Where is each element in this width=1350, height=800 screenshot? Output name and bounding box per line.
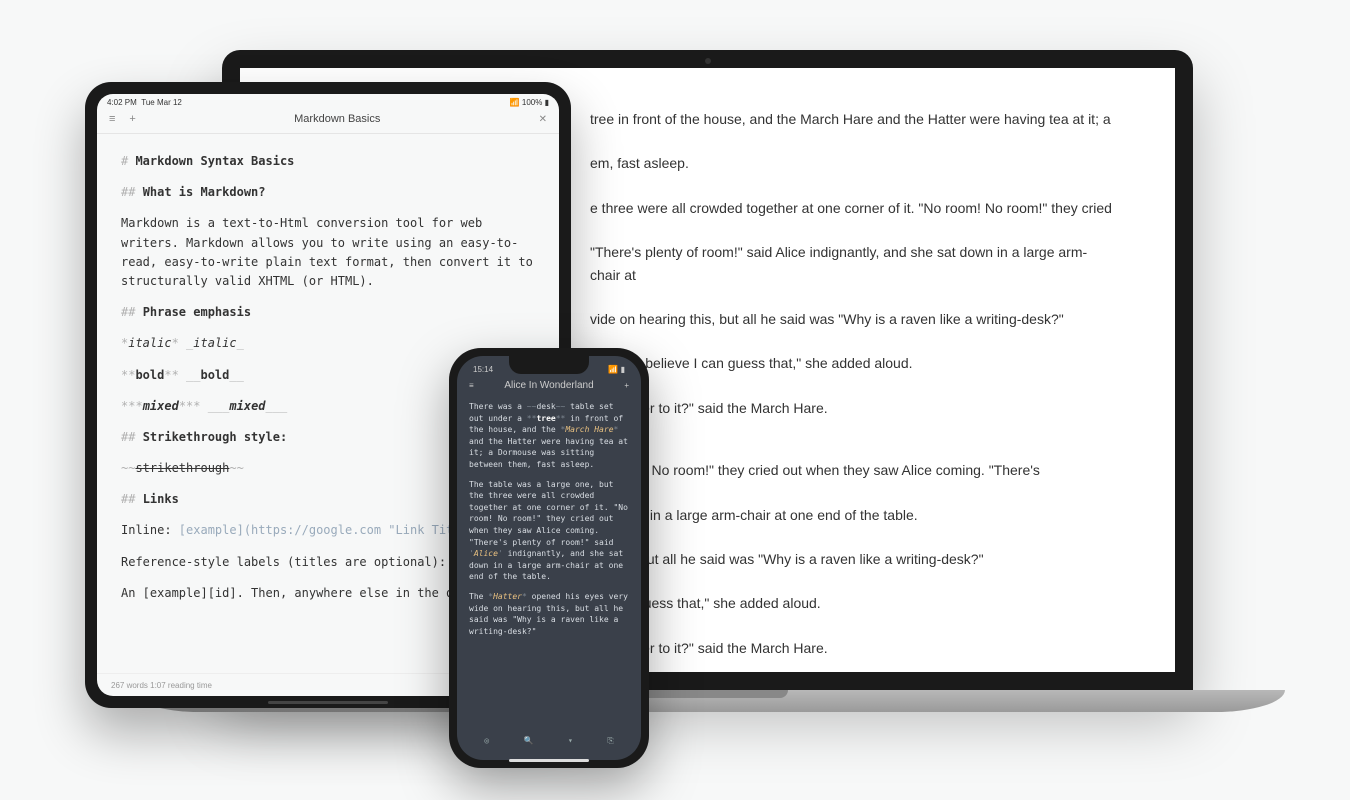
mac-text-line: No room! No room!" they cried out when t… <box>590 459 1115 481</box>
preview-icon[interactable]: ◎ <box>484 736 489 746</box>
mac-text-line: vide on hearing this, but all he said wa… <box>590 308 1115 330</box>
h2-marker: ## <box>121 305 143 319</box>
h2-text: Links <box>143 492 179 506</box>
h2-marker: ## <box>121 492 143 506</box>
menu-icon[interactable]: ≡ <box>469 381 474 390</box>
add-icon[interactable]: + <box>129 113 135 125</box>
paragraph: The *Hatter* opened his eyes very wide o… <box>469 591 629 637</box>
macbook-camera <box>705 58 711 64</box>
paragraph: There was a ~~desk~~ table set out under… <box>469 401 629 471</box>
mac-text-line: ng this, but all he said was "Why is a r… <box>590 548 1115 570</box>
add-icon[interactable]: + <box>624 381 629 390</box>
h2-text: Strikethrough style: <box>143 430 288 444</box>
word-count: 267 words 1:07 reading time <box>111 681 212 690</box>
iphone-screen: 15:14 📶 ▮ ≡ Alice In Wonderland + There … <box>457 356 641 760</box>
h2-text: Phrase emphasis <box>143 305 251 319</box>
mac-text-line: ddles—I believe I can guess that," she a… <box>590 352 1115 374</box>
mac-text-line: sat down in a large arm-chair at one end… <box>590 504 1115 526</box>
collapse-icon[interactable]: ✕ <box>539 114 547 125</box>
h1-marker: # <box>121 154 135 168</box>
h1-text: Markdown Syntax Basics <box>135 154 294 168</box>
ipad-document-title: Markdown Basics <box>294 113 380 125</box>
mac-text-line: "There's plenty of room!" said Alice ind… <box>590 241 1115 286</box>
h2-text: What is Markdown? <box>143 185 266 199</box>
iphone-status-time: 15:14 <box>473 365 493 374</box>
iphone-status-icons: 📶 ▮ <box>608 365 625 374</box>
iphone-frame: 15:14 📶 ▮ ≡ Alice In Wonderland + There … <box>449 348 649 768</box>
mac-text-line: e I can guess that," she added aloud. <box>590 592 1115 614</box>
iphone-document-title: Alice In Wonderland <box>504 380 593 391</box>
h2-marker: ## <box>121 185 143 199</box>
paragraph: The table was a large one, but the three… <box>469 479 629 583</box>
iphone-toolbar: ≡ Alice In Wonderland + <box>457 376 641 397</box>
ipad-status-battery: 📶 100% ▮ <box>510 98 549 107</box>
ipad-status-bar: 4:02 PM Tue Mar 12 📶 100% ▮ <box>97 94 559 109</box>
paragraph: Markdown is a text-to-Html conversion to… <box>121 214 535 291</box>
filter-icon[interactable]: ▾ <box>568 736 573 746</box>
h2-marker: ## <box>121 430 143 444</box>
mac-text-line: ne answer to it?" said the March Hare. <box>590 637 1115 659</box>
export-icon[interactable]: ⎘ <box>607 736 613 746</box>
ipad-toolbar: ≡ + Markdown Basics ✕ <box>97 109 559 134</box>
search-icon[interactable]: 🔍 <box>524 736 534 746</box>
iphone-tabbar: ◎ 🔍 ▾ ⎘ <box>457 728 641 760</box>
ipad-home-indicator[interactable] <box>268 701 388 704</box>
iphone-editor[interactable]: There was a ~~desk~~ table set out under… <box>457 397 641 728</box>
mac-text-line: ne answer to it?" said the March Hare. <box>590 397 1115 419</box>
ipad-status-time: 4:02 PM Tue Mar 12 <box>107 98 182 107</box>
mac-text-line: tree in front of the house, and the Marc… <box>590 108 1115 130</box>
iphone-notch <box>509 356 589 374</box>
mac-text-line: em, fast asleep. <box>590 152 1115 174</box>
mac-text-line: e three were all crowded together at one… <box>590 197 1115 219</box>
menu-icon[interactable]: ≡ <box>109 113 115 125</box>
iphone-home-indicator[interactable] <box>509 759 589 762</box>
